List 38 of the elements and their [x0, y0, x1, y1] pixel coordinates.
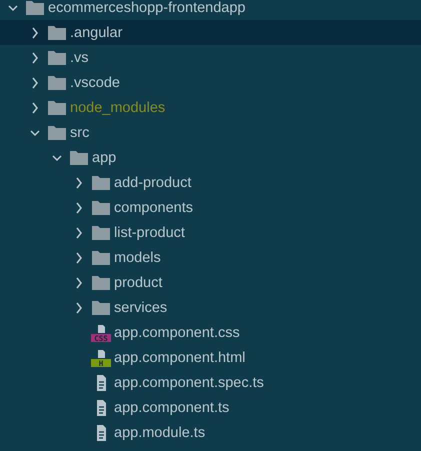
folder-icon [91, 198, 111, 216]
chevron-icon[interactable] [74, 226, 84, 238]
folder-icon [91, 274, 111, 292]
tree-item[interactable]: list-product [0, 220, 421, 245]
tree-item[interactable]: .angular [0, 20, 421, 45]
tree-item[interactable]: ecommerceshopp-frontendapp [0, 0, 421, 20]
tree-item[interactable]: app.module.ts [0, 420, 421, 445]
tree-item[interactable]: app [0, 145, 421, 170]
chevron-icon[interactable] [74, 252, 84, 264]
folder-icon [91, 224, 111, 242]
tree-item[interactable]: app.component.spec.ts [0, 370, 421, 395]
tree-item[interactable]: .vs [0, 45, 421, 70]
tree-item[interactable]: services [0, 295, 421, 320]
tree-item[interactable]: components [0, 195, 421, 220]
tree-item[interactable]: models [0, 245, 421, 270]
chevron-icon[interactable] [74, 276, 84, 288]
folder-icon [47, 48, 67, 66]
chevron-icon[interactable] [74, 202, 84, 214]
chevron-icon[interactable] [74, 302, 84, 314]
folder-icon [47, 124, 67, 142]
tree-item[interactable]: add-product [0, 170, 421, 195]
chevron-icon[interactable] [30, 52, 40, 64]
folder-icon [25, 0, 45, 16]
chevron-icon[interactable] [30, 102, 40, 114]
chevron-icon[interactable] [30, 76, 40, 88]
tree-item[interactable]: app.component.ts [0, 395, 421, 420]
chevron-icon[interactable] [30, 26, 40, 38]
folder-icon [47, 24, 67, 42]
tree-item[interactable]: src [0, 120, 421, 145]
folder-icon [91, 248, 111, 266]
folder-icon [69, 148, 89, 166]
chevron-icon[interactable] [74, 176, 84, 188]
folder-icon [91, 174, 111, 192]
folder-icon [47, 74, 67, 92]
folder-icon [91, 298, 111, 316]
folder-icon [47, 98, 67, 116]
tree-item[interactable]: product [0, 270, 421, 295]
tree-item[interactable]: .vscode [0, 70, 421, 95]
